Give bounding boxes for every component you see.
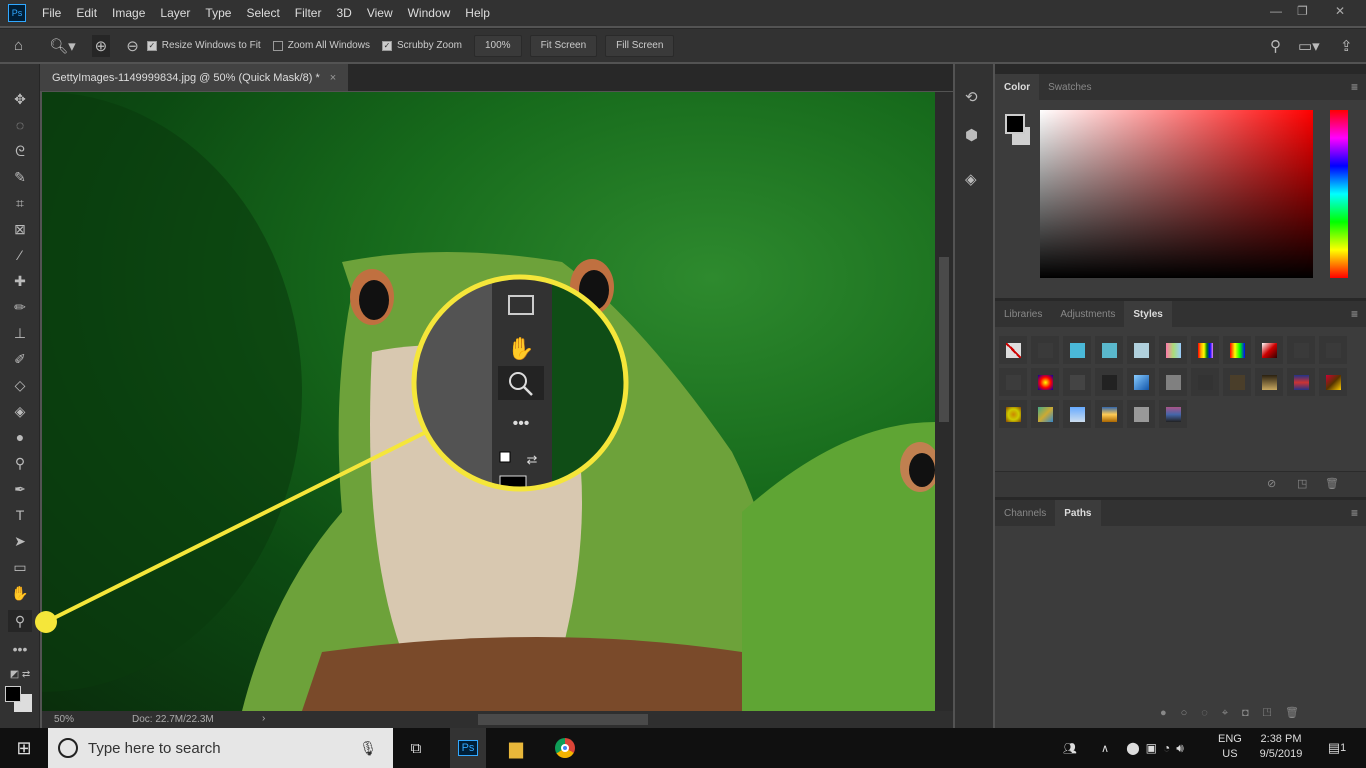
style-swatch[interactable]: [1031, 368, 1059, 396]
color-panel: Color Swatches ≡: [995, 74, 1366, 298]
delete-style-icon[interactable]: 🗑︎: [1325, 477, 1339, 490]
callout-overlay: ✋ ••• ⇄: [35, 274, 629, 633]
right-panels: Color Swatches ≡ Libraries Adjustments S…: [995, 64, 1366, 728]
style-swatch[interactable]: [1063, 368, 1091, 396]
style-swatch[interactable]: [1191, 336, 1219, 364]
style-swatch[interactable]: [1159, 336, 1187, 364]
tab-paths[interactable]: Paths: [1055, 500, 1101, 526]
svg-text:•••: •••: [513, 415, 530, 432]
style-swatch[interactable]: [1287, 336, 1315, 364]
style-swatch[interactable]: [1255, 336, 1283, 364]
tab-styles[interactable]: Styles: [1124, 301, 1172, 327]
tab-color[interactable]: Color: [995, 74, 1040, 100]
taskbar-search-box[interactable]: Type here to search 🎙︎: [48, 728, 393, 768]
windows-taskbar: ⊞ Type here to search 🎙︎ ⧉ Ps ▆ 👥︎ ∧ ⬤▣◔…: [0, 728, 1366, 768]
style-swatch[interactable]: [1063, 336, 1091, 364]
color-field[interactable]: [1040, 110, 1313, 278]
search-placeholder: Type here to search: [88, 739, 221, 757]
language-indicator[interactable]: ENG US: [1218, 733, 1242, 760]
style-swatch[interactable]: [1159, 368, 1187, 396]
hue-slider[interactable]: [1330, 110, 1348, 278]
history-icon[interactable]: ⟲: [965, 88, 978, 106]
styles-panel: Libraries Adjustments Styles ≡ ⊘ ◳ 🗑︎: [995, 301, 1366, 497]
task-view-icon[interactable]: ⧉: [400, 728, 432, 768]
new-style-icon[interactable]: ◳: [1297, 477, 1307, 490]
share-icon[interactable]: ⇪: [1340, 37, 1353, 55]
style-swatch[interactable]: [1127, 400, 1155, 428]
style-swatch[interactable]: [1159, 400, 1187, 428]
style-swatch[interactable]: [1255, 368, 1283, 396]
styles-footer: ⊘ ◳ 🗑︎: [995, 471, 1366, 497]
windows-start-icon[interactable]: ⊞: [0, 728, 48, 768]
panel-menu-icon[interactable]: ≡: [1351, 307, 1358, 321]
svg-text:✋: ✋: [507, 336, 534, 361]
style-swatch[interactable]: [1223, 336, 1251, 364]
layers-icon[interactable]: ◈: [965, 170, 977, 188]
style-swatch[interactable]: [999, 400, 1027, 428]
style-swatch[interactable]: [1095, 336, 1123, 364]
people-icon[interactable]: 👥︎: [1058, 728, 1082, 768]
panel-icon-strip: ⟲ ⬢ ◈: [955, 64, 993, 728]
paths-footer-icons[interactable]: ●○◌⌖◘◳🗑︎: [1160, 706, 1313, 720]
style-swatch[interactable]: [1095, 400, 1123, 428]
action-center-icon[interactable]: ▤ 1: [1322, 728, 1352, 768]
style-swatch[interactable]: [1031, 336, 1059, 364]
style-swatch[interactable]: [1127, 336, 1155, 364]
panel-menu-icon[interactable]: ≡: [1351, 506, 1358, 520]
style-swatch[interactable]: [1127, 368, 1155, 396]
workspace-icon[interactable]: ▭▾: [1298, 37, 1320, 55]
style-swatch[interactable]: [1031, 400, 1059, 428]
cortana-icon: [58, 738, 78, 758]
system-tray-icons[interactable]: ⬤▣◔🔊︎: [1118, 728, 1198, 768]
minimize-button[interactable]: —: [1270, 4, 1282, 18]
foreground-color-chip[interactable]: [1005, 114, 1025, 134]
clear-style-icon[interactable]: ⊘: [1267, 477, 1276, 490]
tab-channels[interactable]: Channels: [995, 500, 1055, 526]
callout-dot: [35, 611, 57, 633]
style-swatch[interactable]: [999, 336, 1027, 364]
paths-panel: Channels Paths ≡ ●○◌⌖◘◳🗑︎: [995, 500, 1366, 728]
microphone-icon[interactable]: 🎙︎: [359, 740, 377, 757]
3d-icon[interactable]: ⬢: [965, 126, 978, 144]
svg-text:⇄: ⇄: [527, 452, 538, 467]
style-swatch[interactable]: [1095, 368, 1123, 396]
chrome-icon[interactable]: [547, 728, 583, 768]
style-swatch[interactable]: [1319, 336, 1347, 364]
restore-button[interactable]: ❐: [1297, 4, 1308, 18]
clock[interactable]: 2:38 PM 9/5/2019: [1252, 733, 1310, 760]
style-swatch[interactable]: [1223, 368, 1251, 396]
panel-menu-icon[interactable]: ≡: [1351, 80, 1358, 94]
tab-swatches[interactable]: Swatches: [1039, 74, 1100, 100]
callout-line: [45, 428, 431, 624]
show-hidden-icons[interactable]: ∧: [1096, 728, 1114, 768]
style-swatch[interactable]: [1191, 368, 1219, 396]
taskbar-photoshop[interactable]: Ps: [450, 728, 486, 768]
tab-adjustments[interactable]: Adjustments: [1051, 301, 1124, 327]
file-explorer-icon[interactable]: ▆: [498, 728, 534, 768]
style-swatch[interactable]: [1063, 400, 1091, 428]
style-swatch[interactable]: [1319, 368, 1347, 396]
style-swatch[interactable]: [1287, 368, 1315, 396]
close-window-button[interactable]: ✕: [1335, 4, 1345, 18]
style-swatch[interactable]: [999, 368, 1027, 396]
search-icon[interactable]: ⚲: [1270, 37, 1281, 55]
tab-libraries[interactable]: Libraries: [995, 301, 1051, 327]
